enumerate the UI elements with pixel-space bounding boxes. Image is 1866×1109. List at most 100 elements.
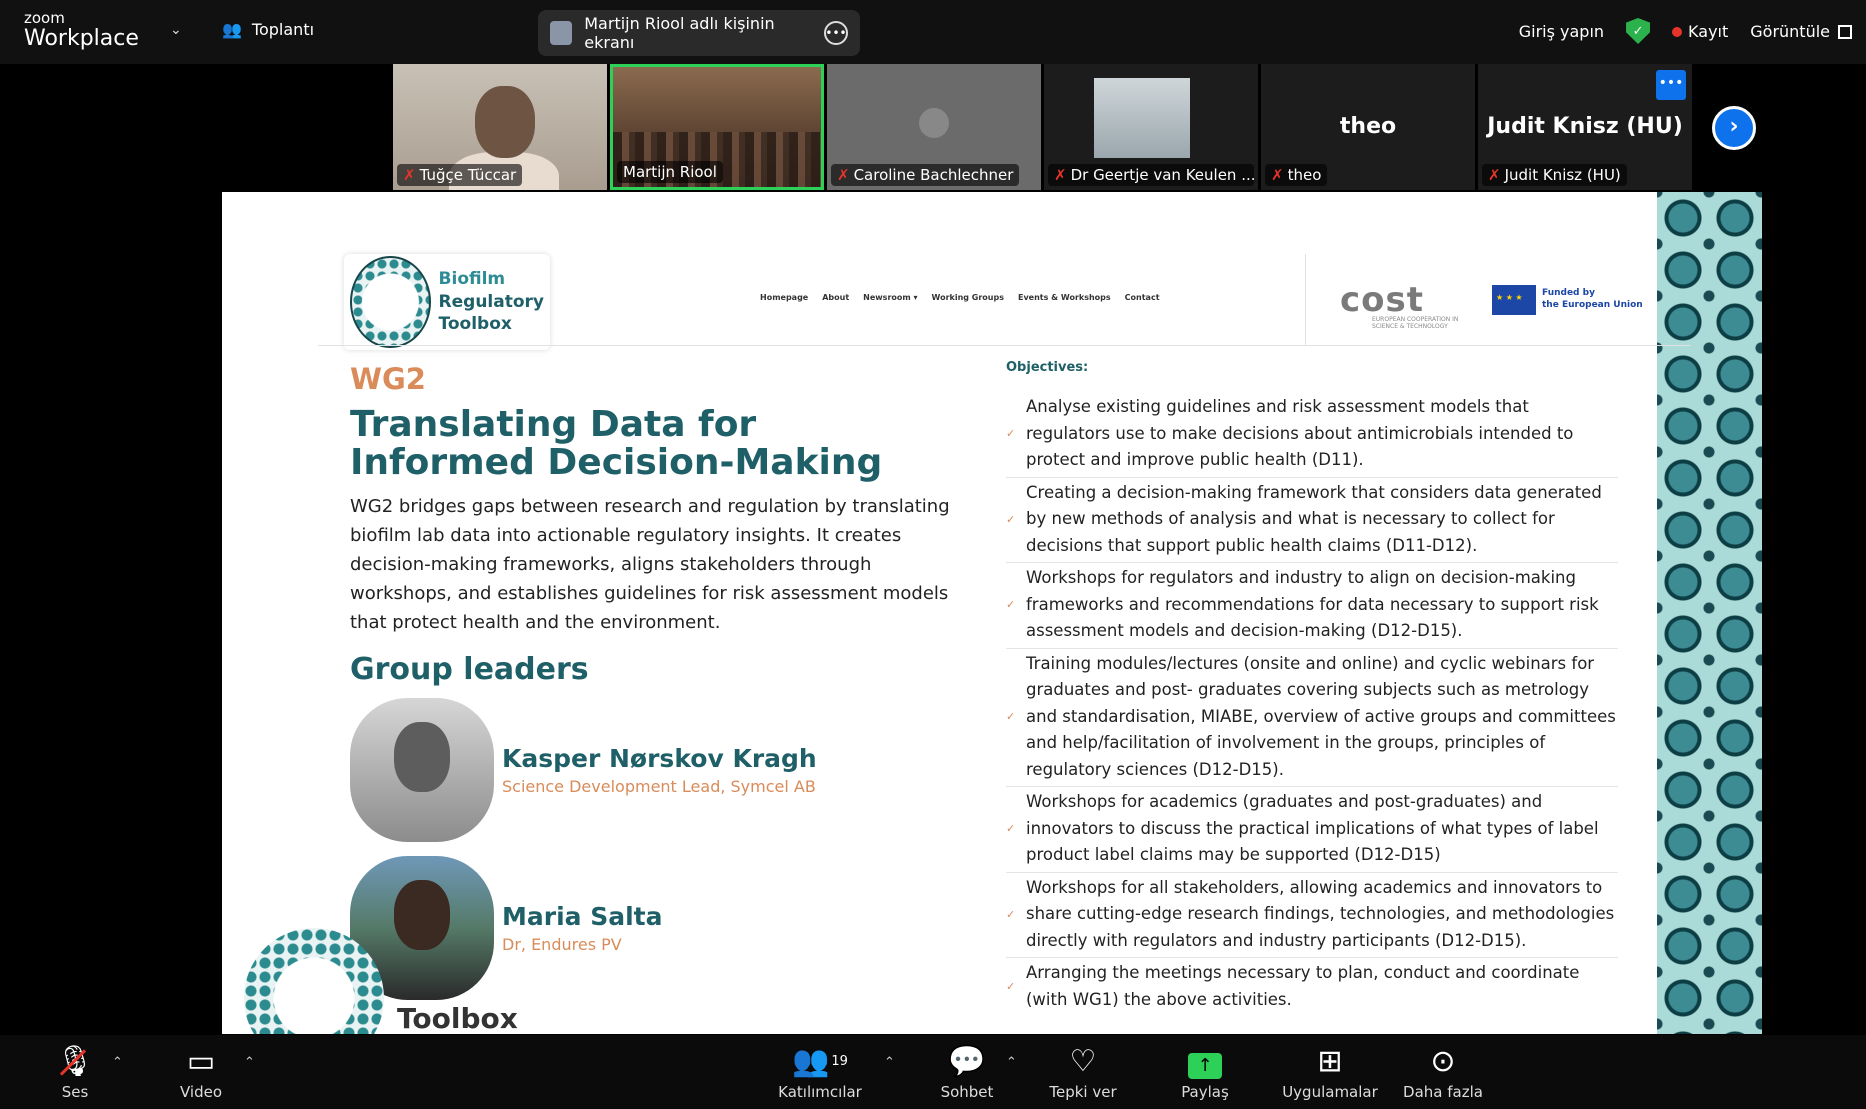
sign-in-button[interactable]: Giriş yapın — [1519, 22, 1604, 41]
mic-muted-icon: ✗ — [837, 166, 850, 184]
record-label: Kayıt — [1688, 21, 1729, 41]
view-label: Görüntüle — [1750, 21, 1830, 41]
objectives-list: ✓ Analyse existing guidelines and risk as… — [1006, 392, 1618, 1016]
presenter-avatar — [550, 21, 573, 45]
page-title: Translating Data for Informed Decision-M… — [350, 404, 883, 483]
participant-name: Dr Geertje van Keulen ... — [1070, 166, 1254, 184]
apps-label: Uygulamalar — [1282, 1083, 1378, 1101]
participant-name-tag: ✗ Caroline Bachlechner — [831, 164, 1020, 186]
nav-newsroom[interactable]: Newsroom ▾ — [863, 293, 917, 302]
react-label: Tepki ver — [1049, 1083, 1117, 1101]
participant-tile[interactable]: ✗ Tuğçe Tüccar — [393, 64, 607, 190]
header-divider — [1305, 254, 1306, 346]
participant-name-tag: Martijn Riool — [617, 161, 723, 183]
apps-icon: ⊞ — [1317, 1044, 1343, 1079]
share-button[interactable]: ↑ Paylaş — [1170, 1045, 1240, 1101]
participants-count: 19 — [831, 1054, 848, 1069]
site-nav: Homepage About Newsroom ▾ Working Groups… — [760, 293, 1160, 302]
objective-text: Workshops for academics (graduates and p… — [1026, 792, 1599, 864]
mic-muted-icon: ✗ — [1054, 166, 1067, 184]
nav-about[interactable]: About — [822, 293, 849, 302]
participants-icon: 👥 19 — [792, 1044, 848, 1079]
apps-button[interactable]: ⊞ Uygulamalar — [1278, 1044, 1382, 1102]
objective-text: Workshops for regulators and industry to… — [1026, 568, 1599, 640]
logo-line-3: Toolbox — [438, 314, 512, 335]
more-options-icon[interactable]: ••• — [1656, 70, 1686, 100]
logo-line-2: Regulatory — [438, 291, 544, 312]
leader-card: Kasper Nørskov Kragh Science Development… — [350, 698, 817, 842]
participant-display-name: Judit Knisz (HU) — [1487, 114, 1683, 139]
participant-tile[interactable]: ••• Judit Knisz (HU) ✗ Judit Knisz (HU) — [1478, 64, 1692, 190]
share-banner-text: Martijn Riool adlı kişinin ekranı — [584, 14, 775, 52]
brand-zoom: zoom — [24, 9, 65, 27]
nav-events-workshops[interactable]: Events & Workshops — [1018, 293, 1111, 302]
leader-role: Science Development Lead, Symcel AB — [502, 777, 816, 796]
participant-tile[interactable]: theo ✗ theo — [1261, 64, 1475, 190]
audio-button[interactable]: 🎙 Ses — [50, 1045, 100, 1102]
meeting-toolbar: 🎙 Ses ⌃ ▭ Video ⌃ 👥 19 Katılımcılar ⌃ 💬 S… — [0, 1035, 1866, 1109]
objective-item: ✓ Workshops for academics (graduates and … — [1006, 787, 1618, 873]
objective-item: ✓ Analyse existing guidelines and risk as… — [1006, 392, 1618, 478]
brand-workplace: Workplace — [24, 26, 139, 51]
objective-text: Creating a decision-making framework tha… — [1026, 482, 1602, 555]
react-button[interactable]: ♡ Tepki ver — [1044, 1044, 1122, 1102]
chevron-down-icon[interactable]: ⌄ — [170, 22, 182, 38]
leader-card: Maria Salta Dr, Endures PV — [350, 856, 663, 1000]
next-page-button[interactable]: › — [1712, 106, 1756, 150]
video-button[interactable]: ▭ Video — [174, 1044, 228, 1102]
check-icon: ✓ — [1006, 822, 1016, 836]
view-button[interactable]: Görüntüle — [1750, 22, 1852, 41]
audio-options-caret-icon[interactable]: ⌃ — [112, 1055, 123, 1070]
nav-working-groups[interactable]: Working Groups — [932, 293, 1004, 302]
chevron-right-icon: › — [1729, 114, 1739, 139]
footer-logo-text: Toolbox — [397, 1002, 518, 1034]
share-label: Paylaş — [1181, 1083, 1229, 1101]
participant-name: Caroline Bachlechner — [853, 166, 1014, 184]
meeting-label: Toplantı — [251, 20, 315, 39]
objectives-heading: Objectives: — [1006, 360, 1089, 375]
participants-label: Katılımcılar — [778, 1083, 862, 1101]
header-divider — [318, 345, 1690, 346]
video-options-caret-icon[interactable]: ⌃ — [244, 1055, 255, 1070]
more-label: Daha fazla — [1403, 1083, 1483, 1101]
page-description: WG2 bridges gaps between research and re… — [350, 496, 950, 633]
more-icon: ⊙ — [1430, 1044, 1456, 1079]
meeting-menu[interactable]: 👥 Toplantı — [222, 20, 314, 39]
participants-options-caret-icon[interactable]: ⌃ — [884, 1055, 895, 1070]
camera-icon: ▭ — [186, 1044, 216, 1079]
group-leaders-heading: Group leaders — [350, 652, 589, 687]
more-options-icon[interactable]: ••• — [824, 21, 848, 45]
participant-name: Judit Knisz (HU) — [1504, 166, 1621, 184]
zoom-brand[interactable]: zoom Workplace — [24, 10, 139, 50]
check-icon: ✓ — [1006, 512, 1016, 526]
check-icon: ✓ — [1006, 598, 1016, 612]
nav-contact[interactable]: Contact — [1125, 293, 1160, 302]
chat-button[interactable]: 💬 Sohbet — [934, 1044, 1000, 1102]
eu-line-1: Funded by — [1542, 288, 1595, 299]
participant-name: Tuğçe Tüccar — [419, 166, 517, 184]
video-label: Video — [179, 1083, 223, 1101]
participant-tile-active[interactable]: Martijn Riool — [610, 64, 824, 190]
heart-icon: ♡ — [1069, 1044, 1097, 1079]
mic-muted-icon: ✗ — [1488, 166, 1501, 184]
screen-share-banner[interactable]: Martijn Riool adlı kişinin ekranı ••• — [538, 10, 860, 56]
security-shield-icon[interactable]: ✓ — [1626, 18, 1651, 44]
participants-button[interactable]: 👥 19 Katılımcılar — [770, 1044, 870, 1102]
site-logo[interactable]: Biofilm Regulatory Toolbox — [344, 254, 550, 350]
record-dot-icon — [1672, 26, 1683, 37]
more-button[interactable]: ⊙ Daha fazla — [1398, 1044, 1488, 1102]
chat-label: Sohbet — [940, 1083, 994, 1101]
objective-text: Training modules/lectures (onsite and on… — [1026, 653, 1616, 779]
chat-options-caret-icon[interactable]: ⌃ — [1006, 1055, 1017, 1070]
chat-icon: 💬 — [948, 1044, 986, 1079]
participant-tile[interactable]: ✗ Caroline Bachlechner — [827, 64, 1041, 190]
audio-label: Ses — [61, 1083, 89, 1101]
participant-strip: ✗ Tuğçe Tüccar Martijn Riool ✗ Caroline Ba… — [393, 64, 1693, 190]
record-indicator[interactable]: Kayıt — [1672, 22, 1728, 41]
participant-tile[interactable]: ✗ Dr Geertje van Keulen ... — [1044, 64, 1258, 190]
objective-text: Analyse existing guidelines and risk ass… — [1026, 397, 1574, 469]
nav-homepage[interactable]: Homepage — [760, 293, 808, 302]
participant-name-tag: ✗ Tuğçe Tüccar — [397, 164, 523, 186]
working-group-label: WG2 — [350, 362, 426, 396]
participant-name-tag: ✗ theo — [1265, 164, 1328, 186]
